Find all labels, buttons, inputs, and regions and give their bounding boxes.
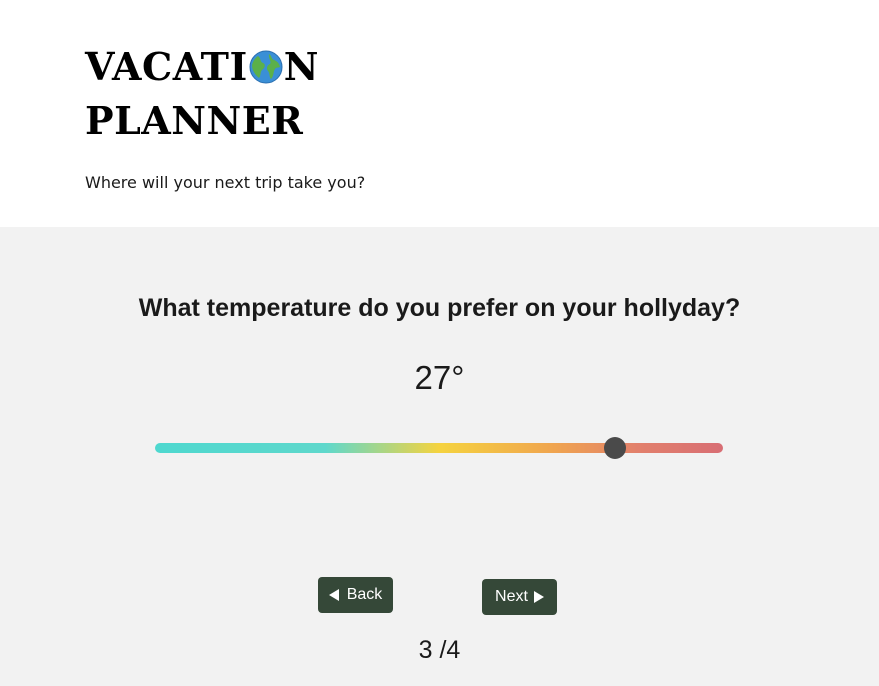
triangle-right-icon bbox=[533, 591, 544, 603]
app-logo: VACATI N PLANNER bbox=[85, 40, 345, 148]
next-button-label: Next bbox=[495, 588, 528, 605]
question-panel: What temperature do you prefer on your h… bbox=[0, 227, 879, 686]
triangle-left-icon bbox=[328, 589, 339, 601]
logo-text-part2: N bbox=[283, 44, 319, 89]
next-button[interactable]: Next bbox=[482, 579, 557, 615]
header: VACATI N PLANNER Where will your next trip… bbox=[0, 0, 879, 227]
step-progress: 3 /4 bbox=[418, 636, 461, 664]
question-title: What temperature do you prefer on your h… bbox=[138, 294, 741, 322]
temperature-value: 27° bbox=[414, 359, 465, 396]
logo-text-line2: PLANNER bbox=[85, 98, 304, 143]
back-button[interactable]: Back bbox=[318, 577, 393, 613]
globe-icon bbox=[249, 44, 283, 84]
temperature-slider[interactable] bbox=[155, 437, 723, 459]
tagline: Where will your next trip take you? bbox=[85, 173, 366, 192]
back-button-label: Back bbox=[346, 586, 383, 603]
logo-text-part1: VACATI bbox=[85, 44, 248, 89]
slider-thumb[interactable] bbox=[604, 437, 627, 459]
